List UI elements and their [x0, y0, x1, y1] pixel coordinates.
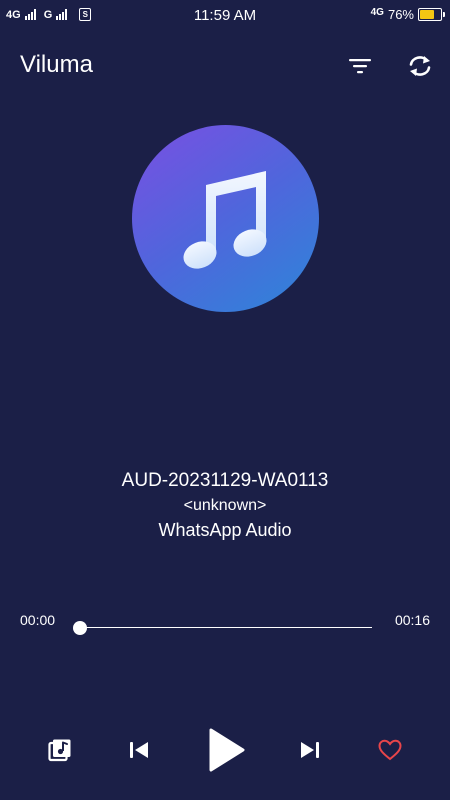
battery-icon — [418, 8, 445, 21]
favorite-button[interactable] — [376, 736, 404, 764]
previous-button[interactable] — [125, 736, 153, 764]
skip-previous-icon — [130, 742, 148, 758]
track-title: AUD-20231129-WA0113 — [121, 470, 329, 491]
playlist-icon — [48, 739, 71, 762]
total-time: 00:16 — [394, 612, 430, 628]
sort-button[interactable] — [344, 50, 376, 82]
mobile-data-label: 4G — [370, 7, 384, 18]
play-button[interactable] — [200, 725, 250, 775]
music-note-icon — [183, 170, 266, 269]
track-artist: <unknown> — [183, 497, 267, 514]
status-right: 4G 76% — [370, 7, 445, 22]
track-album: WhatsApp Audio — [158, 520, 292, 540]
app-title: Viluma — [20, 51, 93, 78]
skip-next-icon — [301, 742, 319, 758]
battery-level-fill — [420, 10, 434, 19]
album-art — [132, 125, 319, 312]
refresh-button[interactable] — [404, 50, 436, 82]
seek-track — [80, 627, 372, 628]
heart-outline-icon — [378, 739, 402, 761]
seek-thumb[interactable] — [73, 621, 87, 635]
elapsed-time: 00:00 — [20, 612, 56, 628]
status-bar: 4G G S 11:59 AM 4G 76% — [0, 0, 450, 32]
battery-percent: 76% — [387, 7, 414, 22]
sort-filter-icon — [349, 59, 371, 74]
refresh-icon — [409, 56, 431, 76]
play-icon — [209, 728, 245, 772]
seek-bar[interactable] — [73, 619, 372, 637]
next-button[interactable] — [296, 736, 324, 764]
playlist-button[interactable] — [46, 736, 74, 764]
